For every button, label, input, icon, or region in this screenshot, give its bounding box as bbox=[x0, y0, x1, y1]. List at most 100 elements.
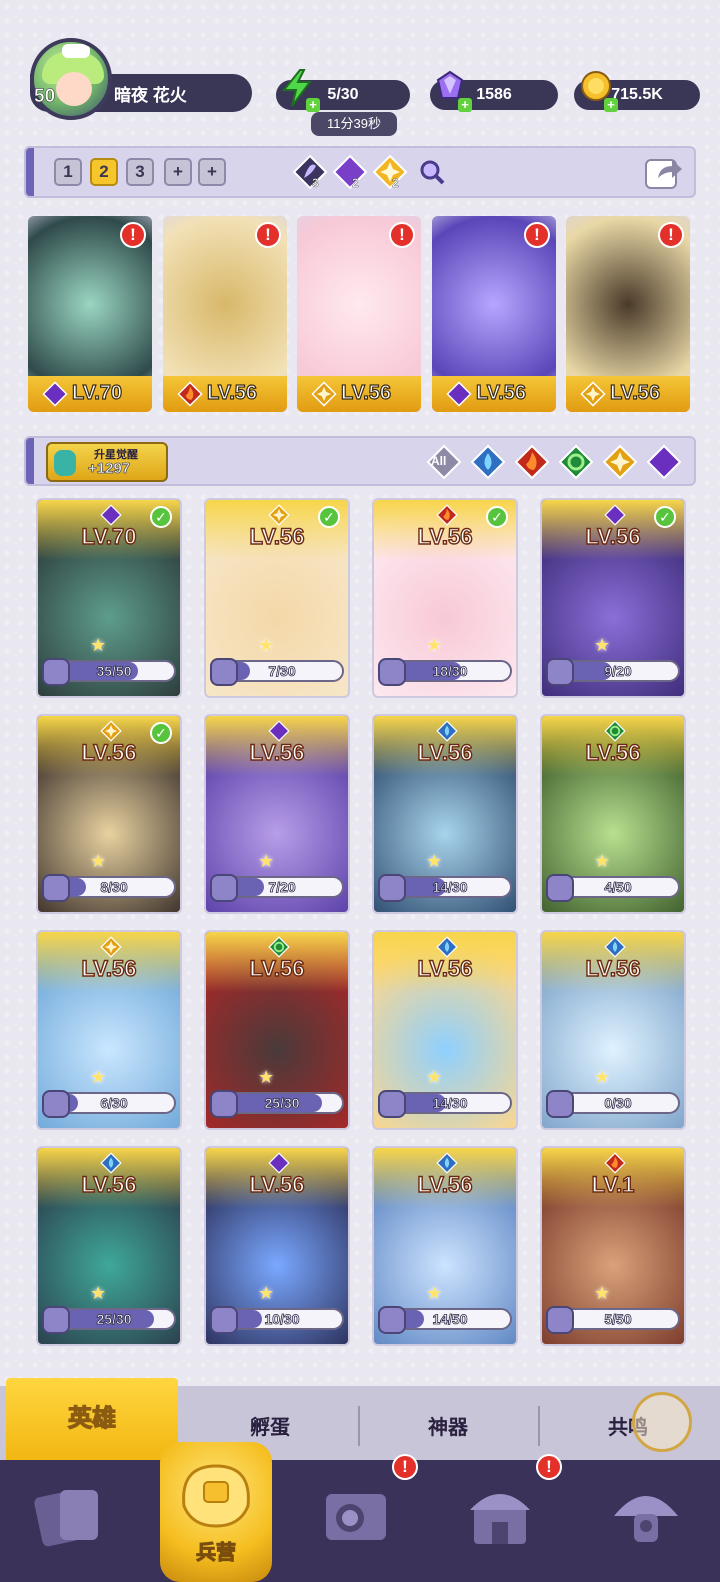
water-element-icon bbox=[436, 720, 458, 742]
filter-wind-icon[interactable] bbox=[558, 444, 594, 480]
level-strip: LV.56 bbox=[297, 376, 421, 412]
star-icon: ★ bbox=[258, 1067, 275, 1087]
shard-icon bbox=[210, 658, 238, 686]
water-element-icon bbox=[100, 1152, 122, 1174]
light-element-icon bbox=[372, 154, 408, 190]
shard-progress-text: 0/30 bbox=[604, 1095, 632, 1112]
team-tab-3[interactable]: 3 bbox=[126, 158, 154, 186]
filter-water-icon[interactable] bbox=[470, 444, 506, 480]
filter-fire-icon[interactable] bbox=[514, 444, 550, 480]
hero-card[interactable]: LV.56 ★ 25/30 bbox=[36, 1146, 182, 1346]
share-icon[interactable] bbox=[644, 154, 684, 192]
shard-progress-bar: 18/30 bbox=[388, 660, 512, 682]
coin-value: 715.5K bbox=[611, 86, 663, 103]
shard-icon bbox=[378, 874, 406, 902]
shard-progress-text: 8/30 bbox=[100, 879, 128, 896]
star-icon: ★ bbox=[90, 851, 107, 871]
featured-hero-card[interactable]: LV.56! bbox=[432, 216, 556, 412]
star-icon: ★ bbox=[258, 851, 275, 871]
shard-icon bbox=[546, 1306, 574, 1334]
shard-icon bbox=[42, 1306, 70, 1334]
dark-count: 2 bbox=[352, 176, 359, 190]
hero-level: LV.56 bbox=[609, 381, 661, 404]
team-tab-1[interactable]: 1 bbox=[54, 158, 82, 186]
awaken-button[interactable]: 升星觉醒 +1297 bbox=[46, 442, 168, 482]
void-element-icon bbox=[292, 154, 328, 190]
featured-hero-card[interactable]: LV.56! bbox=[163, 216, 287, 412]
hero-level: LV.56 bbox=[417, 1171, 473, 1197]
search-icon[interactable] bbox=[418, 158, 446, 186]
nav-mushroom-icon[interactable] bbox=[606, 1476, 686, 1556]
add-energy-icon[interactable]: + bbox=[306, 98, 320, 112]
tab-heroes[interactable]: 英雄 bbox=[6, 1378, 178, 1460]
add-gem-icon[interactable]: + bbox=[458, 98, 472, 112]
shard-progress-text: 14/50 bbox=[432, 1311, 468, 1328]
shard-progress-text: 7/30 bbox=[268, 663, 296, 680]
hero-card[interactable]: LV.1 ★ 5/50 bbox=[540, 1146, 686, 1346]
nav-book-icon[interactable] bbox=[316, 1476, 396, 1556]
hero-card[interactable]: LV.56 ★ 10/30 bbox=[204, 1146, 350, 1346]
sparkle-button[interactable] bbox=[632, 1392, 692, 1452]
player-name: 暗夜 花火 bbox=[114, 86, 187, 105]
shard-progress-text: 25/30 bbox=[264, 1095, 300, 1112]
level-strip: LV.56 bbox=[566, 376, 690, 412]
hero-card[interactable]: LV.56 ★ 14/50 bbox=[372, 1146, 518, 1346]
shard-progress-text: 18/30 bbox=[432, 663, 468, 680]
check-icon: ✓ bbox=[318, 506, 340, 528]
filter-all-label: All bbox=[431, 454, 447, 468]
check-icon: ✓ bbox=[150, 506, 172, 528]
filter-dark-icon[interactable] bbox=[646, 444, 682, 480]
star-icon: ★ bbox=[90, 1283, 107, 1303]
hero-level: LV.56 bbox=[417, 739, 473, 765]
hero-card[interactable]: LV.56 ★ 14/30 bbox=[372, 714, 518, 914]
shard-icon bbox=[210, 1090, 238, 1118]
dark-element-icon bbox=[332, 154, 368, 190]
hero-level: LV.70 bbox=[71, 381, 123, 404]
hero-card[interactable]: LV.70 ✓ ★ 35/50 bbox=[36, 498, 182, 698]
dark-element-icon bbox=[268, 1152, 290, 1174]
dark-element-icon bbox=[446, 381, 472, 407]
shard-icon bbox=[378, 658, 406, 686]
hero-level: LV.56 bbox=[249, 955, 305, 981]
team-tab-add-2[interactable]: + bbox=[198, 158, 226, 186]
wind-element-icon bbox=[604, 720, 626, 742]
shard-progress-text: 35/50 bbox=[96, 663, 132, 680]
star-icon: ★ bbox=[90, 635, 107, 655]
hero-card[interactable]: LV.56 ✓ ★ 18/30 bbox=[372, 498, 518, 698]
add-coin-icon[interactable]: + bbox=[604, 98, 618, 112]
nav-cards-icon[interactable] bbox=[30, 1476, 110, 1556]
hero-level: LV.56 bbox=[340, 381, 392, 404]
featured-hero-card[interactable]: LV.56! bbox=[566, 216, 690, 412]
nav-shop-icon[interactable] bbox=[460, 1476, 540, 1556]
shard-progress-text: 9/20 bbox=[604, 663, 632, 680]
hero-card[interactable]: LV.56 ★ 4/50 bbox=[540, 714, 686, 914]
team-tab-2[interactable]: 2 bbox=[90, 158, 118, 186]
featured-hero-card[interactable]: LV.56! bbox=[297, 216, 421, 412]
team-tab-add-1[interactable]: + bbox=[164, 158, 192, 186]
shard-progress-bar: 9/20 bbox=[556, 660, 680, 682]
hero-level: LV.56 bbox=[475, 381, 527, 404]
featured-hero-card[interactable]: LV.70! bbox=[28, 216, 152, 412]
barracks-icon bbox=[182, 1464, 250, 1528]
hero-card[interactable]: LV.56 ✓ ★ 9/20 bbox=[540, 498, 686, 698]
energy-value: 5/30 bbox=[327, 86, 359, 103]
hero-card[interactable]: LV.56 ★ 14/30 bbox=[372, 930, 518, 1130]
shard-progress-text: 10/30 bbox=[264, 1311, 300, 1328]
filter-light-icon[interactable] bbox=[602, 444, 638, 480]
dark-element-icon bbox=[100, 504, 122, 526]
shard-progress-text: 7/20 bbox=[268, 879, 296, 896]
tab-artifact[interactable]: 神器 bbox=[362, 1386, 534, 1460]
alert-icon: ! bbox=[120, 222, 146, 248]
hero-card[interactable]: LV.56 ✓ ★ 8/30 bbox=[36, 714, 182, 914]
top-bar: 50 暗夜 花火 5/30 + 11分39秒 1586 + 715.5K + bbox=[0, 36, 720, 146]
hero-card[interactable]: LV.56 ★ 7/20 bbox=[204, 714, 350, 914]
shard-progress-text: 5/50 bbox=[604, 1311, 632, 1328]
level-strip: LV.70 bbox=[28, 376, 152, 412]
hero-card[interactable]: LV.56 ✓ ★ 7/30 bbox=[204, 498, 350, 698]
dark-element-icon bbox=[268, 720, 290, 742]
hero-card[interactable]: LV.56 ★ 0/30 bbox=[540, 930, 686, 1130]
hero-card[interactable]: LV.56 ★ 25/30 bbox=[204, 930, 350, 1130]
shard-icon bbox=[42, 658, 70, 686]
void-count: 3 bbox=[312, 176, 319, 190]
hero-card[interactable]: LV.56 ★ 6/30 bbox=[36, 930, 182, 1130]
